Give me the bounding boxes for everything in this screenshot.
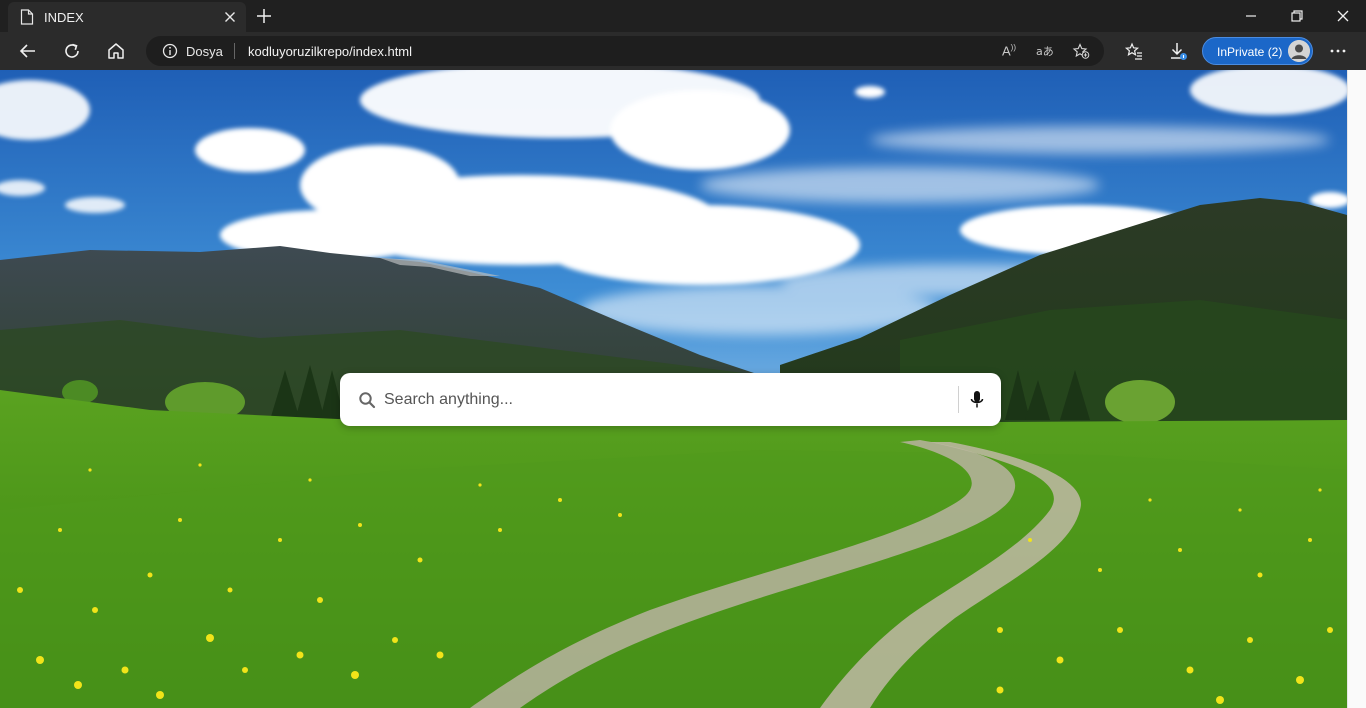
tab-strip: INDEX [0,0,1366,32]
search-input[interactable] [384,383,944,416]
star-add-icon[interactable] [1072,43,1090,59]
page-icon [20,9,34,25]
search-icon[interactable] [358,391,376,409]
download-icon[interactable] [1168,41,1188,61]
page-viewport [0,70,1347,708]
search-divider [958,386,959,413]
plus-icon[interactable] [256,8,272,24]
back-arrow-icon[interactable] [18,41,38,61]
tab-title: INDEX [44,10,84,25]
address-bar[interactable]: Dosya kodluyoruzilkrepo/index.html A)) a… [146,36,1104,66]
close-icon[interactable] [222,9,238,25]
minimize-icon[interactable] [1243,8,1259,24]
favorites-icon[interactable] [1124,41,1144,61]
more-icon[interactable] [1328,41,1348,61]
browser-toolbar: Dosya kodluyoruzilkrepo/index.html A)) a… [0,32,1366,70]
url-text[interactable]: kodluyoruzilkrepo/index.html [248,44,412,59]
read-aloud-icon[interactable]: A)) [1002,43,1020,59]
microphone-icon[interactable] [969,390,985,410]
inprivate-profile-button[interactable]: InPrivate (2) [1202,37,1313,65]
translate-icon[interactable]: aあ [1036,43,1054,59]
info-icon[interactable] [162,43,178,59]
window-close-icon[interactable] [1335,8,1351,24]
svg-text:aあ: aあ [1036,45,1054,58]
address-divider [234,43,235,59]
inprivate-label: InPrivate (2) [1217,45,1283,59]
avatar [1288,40,1310,62]
site-info-label[interactable]: Dosya [186,44,223,59]
scrollbar[interactable] [1347,70,1366,708]
search-box[interactable] [340,373,1001,426]
home-icon[interactable] [106,41,126,61]
tab-index[interactable]: INDEX [8,2,246,32]
restore-icon[interactable] [1289,8,1305,24]
refresh-icon[interactable] [62,41,82,61]
